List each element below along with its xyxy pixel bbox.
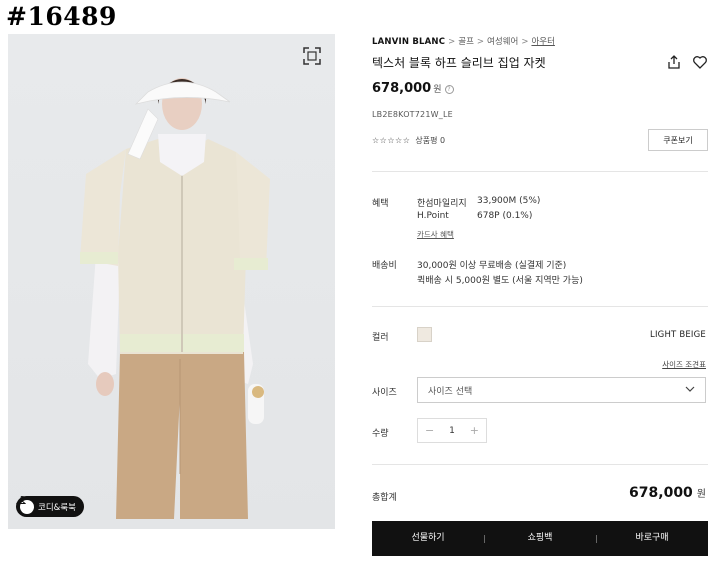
quantity-label: 수량 (372, 429, 389, 439)
size-guide-link[interactable]: 사이즈 조견표 (662, 359, 706, 370)
price-value: 678,000 (372, 81, 432, 96)
breadcrumb-brand[interactable]: LANVIN BLANC (372, 37, 445, 47)
size-select-placeholder: 사이즈 선택 (428, 386, 473, 397)
shipping-line-2: 퀵배송 시 5,000원 별도 (서울 지역만 가능) (417, 276, 583, 286)
coordi-lookbook-label: 코디&룩북 (38, 502, 76, 513)
shipping-label: 배송비 (372, 261, 397, 271)
info-icon[interactable]: ? (444, 85, 454, 94)
benefit-value-hpoint: 678P (0.1%) (477, 211, 533, 221)
decrease-button[interactable]: − (425, 424, 434, 437)
benefit-value-mileage: 33,900M (5%) (477, 196, 541, 206)
total-price-value: 678,000 (629, 485, 693, 501)
total-label: 총합계 (372, 493, 397, 503)
breadcrumb-item-womens[interactable]: 여성웨어 (487, 37, 518, 47)
product-title: 텍스처 블록 하프 슬리브 집업 자켓 (372, 56, 546, 70)
chevron-down-icon (685, 385, 695, 395)
product-image[interactable]: 코디&룩북 (8, 34, 335, 529)
color-swatch[interactable] (417, 327, 432, 342)
increase-button[interactable]: + (470, 424, 479, 437)
breadcrumb-item-golf[interactable]: 골프 (458, 37, 474, 47)
size-select[interactable]: 사이즈 선택 (417, 377, 706, 403)
benefit-name-mileage: 한섬마일리지 (417, 199, 467, 209)
benefit-name-hpoint: H.Point (417, 211, 449, 221)
heart-icon[interactable] (692, 54, 708, 70)
size-label: 사이즈 (372, 388, 397, 398)
title-actions (666, 54, 708, 70)
card-benefit-link[interactable]: 카드사 혜택 (417, 229, 454, 240)
divider (372, 464, 708, 465)
purchase-action-bar: 선물하기 쇼핑백 바로구매 (372, 521, 708, 556)
breadcrumb: LANVIN BLANC > 골프 > 여성웨어 > 아우터 (372, 37, 555, 47)
total-price-currency: 원 (696, 489, 706, 500)
review-count[interactable]: 상품평 0 (415, 136, 445, 145)
product-info-panel: LANVIN BLANC > 골프 > 여성웨어 > 아우터 텍스처 블록 하프 슬리브 집… (372, 0, 708, 578)
model-photo (80, 78, 270, 519)
total-price: 678,000 원 (629, 485, 706, 501)
star-rating-icon: ☆☆☆☆☆ (372, 136, 411, 145)
shipping-line-1: 30,000원 이상 무료배송 (실결제 기준) (417, 261, 567, 271)
quantity-value[interactable]: 1 (449, 426, 455, 436)
coordi-lookbook-button[interactable]: 코디&룩북 (16, 496, 84, 517)
share-icon[interactable] (666, 54, 682, 70)
color-label: 컬러 (372, 333, 389, 343)
divider (372, 306, 708, 307)
rating-row: ☆☆☆☆☆ 상품평 0 (372, 135, 445, 146)
shopping-bag-button[interactable]: 쇼핑백 (484, 521, 596, 556)
fullscreen-icon[interactable] (302, 46, 322, 66)
price-currency: 원 (433, 85, 442, 95)
benefits-label: 혜택 (372, 199, 389, 209)
color-name: LIGHT BEIGE (650, 330, 706, 340)
divider (372, 171, 708, 172)
gift-button[interactable]: 선물하기 (372, 521, 484, 556)
quantity-stepper: − 1 + (417, 418, 487, 443)
overlay-id: #16489 (6, 2, 117, 31)
breadcrumb-item-outer[interactable]: 아우터 (531, 37, 554, 47)
product-code: LB2E8KOT721W_LE (372, 110, 453, 119)
buy-now-button[interactable]: 바로구매 (596, 521, 708, 556)
hanger-icon (16, 496, 34, 514)
product-price: 678,000 원? (372, 81, 454, 96)
coupon-button[interactable]: 쿠폰보기 (648, 129, 708, 151)
